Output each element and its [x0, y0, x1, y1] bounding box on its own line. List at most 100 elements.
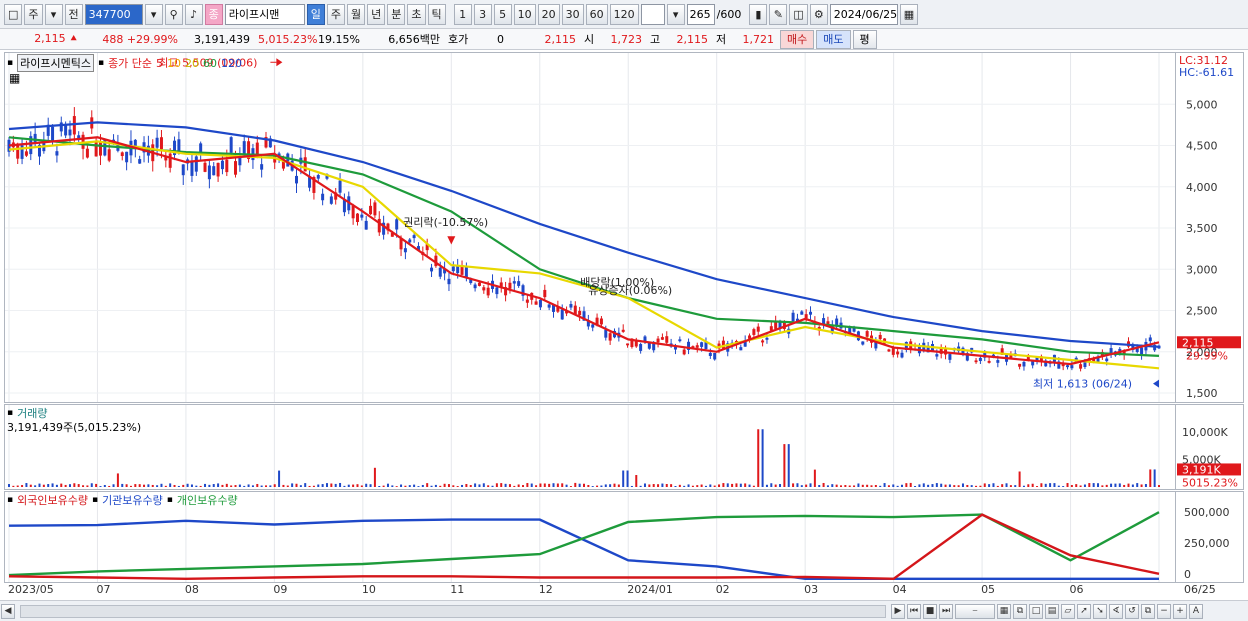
chevron-down-icon[interactable]: ▾	[44, 3, 63, 25]
window-icon-2[interactable]: □	[1029, 603, 1043, 619]
period-minute[interactable]: 분	[387, 3, 406, 25]
holding-panel[interactable]: ▪ 외국인보유수량 ▪ 기관보유수량 ▪ 개인보유수량	[4, 491, 1176, 583]
interval-5[interactable]: 5	[493, 3, 512, 25]
volume-bar	[931, 484, 934, 487]
calendar-icon[interactable]: ▦	[899, 3, 919, 25]
candle-icon[interactable]: ▮	[749, 3, 768, 25]
interval-30[interactable]: 30	[561, 3, 584, 25]
tab-prev[interactable]: 전	[64, 3, 83, 25]
volume-bar	[221, 484, 224, 487]
zoom-out-icon[interactable]: −	[1157, 603, 1171, 619]
scroll-track[interactable]	[20, 604, 886, 618]
candle-body	[295, 175, 298, 184]
volume-panel[interactable]: ▪ 거래량 3,191,439주(5,015.23%)	[4, 404, 1176, 490]
period-week[interactable]: 주	[326, 3, 346, 25]
grid-icon[interactable]: ▦	[9, 71, 20, 85]
interval-120[interactable]: 120	[609, 3, 639, 25]
candle-body	[138, 159, 142, 164]
buy-button[interactable]: 매수	[780, 29, 815, 49]
speaker-icon[interactable]: ♪	[184, 3, 203, 25]
undo-icon[interactable]: ↺	[1125, 603, 1139, 619]
period-day[interactable]: 일	[306, 3, 325, 25]
open-label: 시	[584, 33, 595, 46]
last-icon[interactable]: ⏭	[939, 603, 953, 619]
volume-bar	[73, 483, 76, 487]
tile-icon[interactable]: ▤	[1045, 603, 1059, 619]
volume-bar	[103, 484, 106, 487]
name-badge: 종	[204, 3, 223, 25]
chart-type-icon[interactable]: ▱	[1061, 603, 1075, 619]
candle-body	[791, 312, 795, 322]
window-icon[interactable]: □	[4, 3, 23, 25]
date-input[interactable]: 2024/06/25	[829, 3, 898, 25]
volume-chart[interactable]	[5, 405, 1175, 489]
volume-bar	[42, 484, 45, 487]
font-icon[interactable]: A	[1189, 603, 1203, 619]
interval-20[interactable]: 20	[537, 3, 560, 25]
interval-dropdown-icon[interactable]: ▾	[666, 3, 685, 25]
dropdown-icon[interactable]: ▾	[144, 3, 163, 25]
period-second[interactable]: 초	[407, 3, 426, 25]
candle-body	[98, 141, 102, 156]
candle-body	[1022, 361, 1026, 367]
line-icon[interactable]: ➚	[1077, 603, 1091, 619]
count-input[interactable]: 265	[686, 3, 715, 25]
gear-icon[interactable]: ⚙	[809, 3, 828, 25]
volume-bar	[426, 483, 429, 487]
scroll-right-icon[interactable]: ▶	[891, 603, 905, 619]
period-year[interactable]: 년	[367, 3, 386, 25]
cascade-icon[interactable]: ⧉	[1013, 603, 1027, 619]
stock-name-field[interactable]: 라이프시맨	[224, 3, 305, 25]
ruler-icon[interactable]: ⎯	[955, 603, 995, 619]
price-panel[interactable]: 최고 5,509 (09/06) 최저 1,613 (06/24) 권리락(-10.…	[4, 52, 1176, 403]
draw-icon[interactable]: ✎	[769, 3, 788, 25]
tab-main[interactable]: 주	[24, 3, 43, 25]
candle-body	[203, 162, 207, 172]
trend-icon[interactable]: ➘	[1093, 603, 1107, 619]
chart-scrollbar[interactable]: ◀ ▶ ⏮ ■ ⏭ ⎯ ▦ ⧉ □ ▤ ▱ ➚ ➘ ∢ ↺ ⧉ − + A	[0, 600, 1248, 621]
save-icon[interactable]: ◫	[789, 3, 808, 25]
zoom-in-icon[interactable]: +	[1173, 603, 1187, 619]
volume-bar	[400, 484, 403, 487]
candle-body	[451, 266, 455, 272]
interval-1[interactable]: 1	[453, 3, 472, 25]
candle-body	[1066, 365, 1070, 368]
first-icon[interactable]: ⏮	[907, 603, 921, 619]
volume-bar	[1062, 486, 1065, 487]
interval-custom[interactable]	[640, 3, 665, 25]
volume-bar	[434, 484, 437, 487]
holding-tick: 500,000	[1184, 506, 1230, 519]
volume-bar	[169, 483, 172, 487]
candle-body	[560, 309, 564, 320]
volume-bar	[805, 484, 808, 487]
scroll-left-icon[interactable]: ◀	[1, 603, 15, 619]
period-tick[interactable]: 틱	[427, 3, 446, 25]
period-month[interactable]: 월	[347, 3, 366, 25]
volume-bar	[260, 485, 263, 487]
x-tick: 2024/01	[627, 583, 673, 596]
candle-body	[207, 165, 211, 180]
volume-bar	[282, 484, 285, 487]
interval-60[interactable]: 60	[585, 3, 608, 25]
legend-stock-name[interactable]: 라이프시멘틱스	[17, 54, 94, 72]
eval-button[interactable]: 평	[852, 29, 877, 49]
code-input[interactable]: 347700	[84, 3, 143, 25]
split-icon[interactable]: ▦	[997, 603, 1011, 619]
volume-bar	[722, 483, 725, 487]
current-price: 2,115	[544, 32, 577, 46]
volume-value: 3,191,439주(5,015.23%)	[7, 421, 142, 434]
search-icon[interactable]: ⚲	[164, 3, 183, 25]
candle-body	[538, 299, 542, 308]
sell-button[interactable]: 매도	[816, 29, 851, 49]
price-chart[interactable]: 최고 5,509 (09/06)최저 1,613 (06/24)권리락(-10.…	[5, 53, 1175, 402]
amount: 6,656백만	[388, 33, 440, 46]
interval-10[interactable]: 10	[513, 3, 536, 25]
volume-bar	[1131, 484, 1134, 487]
stop-icon[interactable]: ■	[923, 603, 937, 619]
interval-3[interactable]: 3	[473, 3, 492, 25]
volume-bar	[1101, 485, 1104, 487]
measure-icon[interactable]: ∢	[1109, 603, 1123, 619]
volume-bar	[857, 483, 860, 487]
volume-bar	[1136, 483, 1139, 487]
copy-icon[interactable]: ⧉	[1141, 603, 1155, 619]
